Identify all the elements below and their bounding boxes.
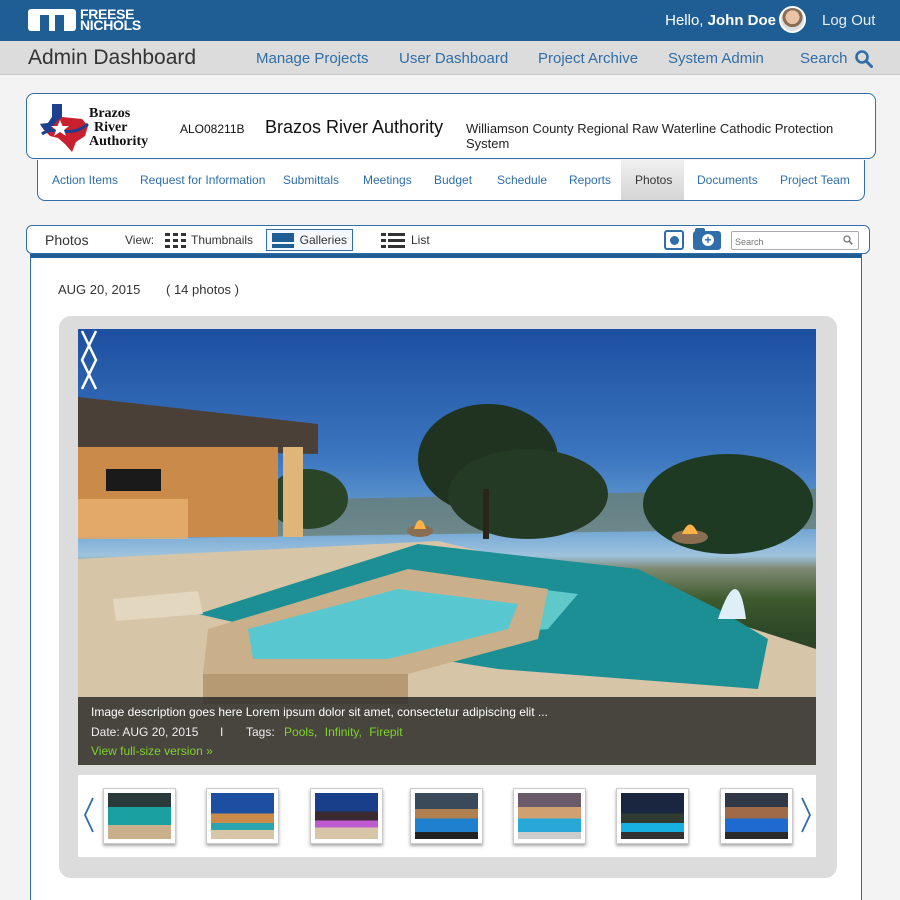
view-full-size-link[interactable]: View full-size version » bbox=[91, 744, 213, 758]
page-title: Admin Dashboard bbox=[28, 46, 197, 69]
thumbnail[interactable] bbox=[310, 788, 383, 844]
photo-date: Date: AUG 20, 2015 bbox=[91, 725, 199, 739]
gallery-main-photo[interactable]: Image description goes here Lorem ipsum … bbox=[78, 329, 816, 765]
nav-system-admin[interactable]: System Admin bbox=[668, 50, 764, 67]
thumbnail[interactable] bbox=[720, 788, 793, 844]
main-nav: Admin Dashboard Manage Projects User Das… bbox=[0, 41, 900, 75]
gallery-icon bbox=[272, 232, 294, 248]
photo-search-input[interactable] bbox=[732, 233, 832, 251]
tab-documents[interactable]: Documents bbox=[683, 160, 772, 200]
photo-tags: Tags: Pools, Infinity, Firepit bbox=[246, 725, 403, 739]
tab-budget[interactable]: Budget bbox=[420, 160, 486, 200]
album-date: AUG 20, 2015 bbox=[58, 282, 141, 297]
thumbnail[interactable] bbox=[410, 788, 483, 844]
photo-description: Image description goes here Lorem ipsum … bbox=[91, 705, 548, 719]
caption-separator: I bbox=[220, 725, 224, 739]
avatar[interactable] bbox=[779, 6, 806, 33]
tag-link-firepit[interactable]: Firepit bbox=[369, 725, 402, 739]
greeting-text: Hello, bbox=[665, 12, 704, 29]
tab-photos[interactable]: Photos bbox=[621, 160, 684, 200]
thumbnail-image bbox=[415, 793, 478, 839]
nav-project-archive[interactable]: Project Archive bbox=[538, 50, 638, 67]
thumbnails-prev-arrow-icon[interactable] bbox=[83, 797, 95, 833]
thumbnail-image bbox=[211, 793, 274, 839]
user-name: John Doe bbox=[707, 12, 776, 29]
next-photo-arrow-icon[interactable] bbox=[78, 329, 100, 391]
thumbnail-image bbox=[621, 793, 684, 839]
nav-manage-projects[interactable]: Manage Projects bbox=[256, 50, 369, 67]
logo-text-line2: NICHOLS bbox=[80, 17, 141, 33]
tab-schedule[interactable]: Schedule bbox=[483, 160, 561, 200]
thumbnail[interactable] bbox=[513, 788, 586, 844]
project-name: Brazos River Authority bbox=[265, 117, 444, 137]
view-label: View: bbox=[125, 233, 155, 247]
upload-photo-icon[interactable] bbox=[664, 230, 684, 250]
project-header: Brazos River Authority ALO08211B Brazos … bbox=[26, 93, 876, 159]
project-description: Williamson County Regional Raw Waterline… bbox=[466, 121, 834, 151]
thumbnail[interactable] bbox=[103, 788, 176, 844]
thumbnail[interactable] bbox=[206, 788, 279, 844]
view-thumbnails-button[interactable]: Thumbnails bbox=[160, 229, 258, 251]
thumbnail-image bbox=[315, 793, 378, 839]
tab-meetings[interactable]: Meetings bbox=[349, 160, 426, 200]
nav-search[interactable]: Search bbox=[800, 50, 848, 67]
user-greeting: Hello, John Doe bbox=[665, 12, 776, 29]
search-icon[interactable] bbox=[855, 50, 873, 68]
logout-link[interactable]: Log Out bbox=[822, 12, 875, 29]
add-folder-icon[interactable] bbox=[693, 228, 721, 250]
grid-icon bbox=[165, 232, 186, 248]
album-photo-count: ( 14 photos ) bbox=[166, 282, 239, 297]
top-bar: FREESE NICHOLS Hello, John Doe Log Out bbox=[0, 0, 900, 41]
photos-label: Photos bbox=[45, 232, 89, 248]
tab-project-team[interactable]: Project Team bbox=[766, 160, 864, 200]
thumbnail[interactable] bbox=[616, 788, 689, 844]
photo-caption: Image description goes here Lorem ipsum … bbox=[78, 697, 816, 765]
tab-submittals[interactable]: Submittals bbox=[269, 160, 353, 200]
view-galleries-button[interactable]: Galleries bbox=[266, 229, 353, 251]
thumbnail-image bbox=[725, 793, 788, 839]
thumbnail-strip bbox=[78, 775, 816, 857]
project-tabs: Action Items Request for Information Sub… bbox=[37, 160, 865, 201]
brazos-logo-text: Brazos River Authority bbox=[89, 106, 149, 149]
project-code: ALO08211B bbox=[180, 122, 245, 136]
tag-link-pools[interactable]: Pools, bbox=[284, 725, 317, 739]
freese-nichols-logo[interactable]: FREESE NICHOLS bbox=[28, 7, 141, 33]
tab-action-items[interactable]: Action Items bbox=[38, 160, 132, 200]
tab-request-for-information[interactable]: Request for Information bbox=[126, 160, 279, 200]
view-list-button[interactable]: List bbox=[376, 229, 435, 251]
logo-mark-icon bbox=[28, 9, 76, 31]
photo-search bbox=[731, 231, 859, 251]
thumbnail-image bbox=[108, 793, 171, 839]
thumbnail-image bbox=[518, 793, 581, 839]
search-icon[interactable] bbox=[843, 235, 853, 245]
list-icon bbox=[381, 232, 405, 248]
tag-link-infinity[interactable]: Infinity, bbox=[325, 725, 362, 739]
nav-user-dashboard[interactable]: User Dashboard bbox=[399, 50, 508, 67]
tab-reports[interactable]: Reports bbox=[555, 160, 625, 200]
thumbnails-next-arrow-icon[interactable] bbox=[800, 797, 812, 833]
photos-toolbar: Photos View: Thumbnails Galleries List bbox=[26, 225, 870, 254]
